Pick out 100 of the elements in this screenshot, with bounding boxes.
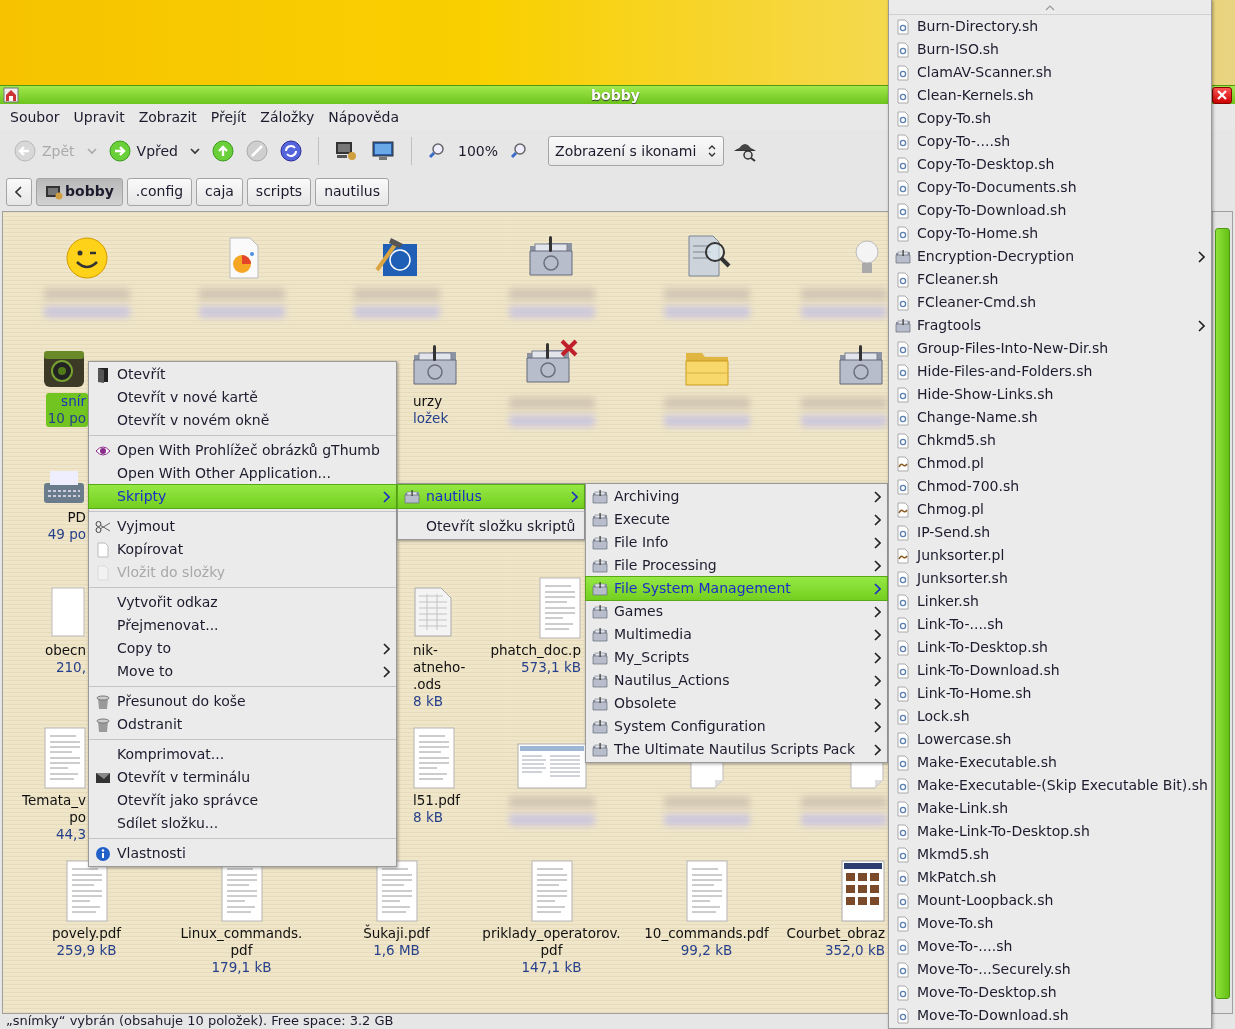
screenshot-icon[interactable] (515, 742, 588, 790)
menu-item[interactable]: Change-Name.sh (889, 406, 1211, 429)
menu-item[interactable]: Přejmenovat... (89, 614, 396, 637)
menu-item[interactable]: Make-Link.sh (889, 797, 1211, 820)
menu-item[interactable]: Move-To-Desktop.sh (889, 981, 1211, 1004)
menu-item[interactable]: File Processing (586, 554, 887, 577)
menu-item[interactable]: Chmod-700.sh (889, 475, 1211, 498)
menu-item[interactable]: Chmod.pl (889, 452, 1211, 475)
menu-item[interactable]: Přejít (203, 106, 254, 128)
menu-item[interactable]: Burn-Directory.sh (889, 15, 1211, 38)
menu-item[interactable]: File System Management (586, 577, 887, 600)
file-label[interactable]: obecn 210, (42, 642, 88, 676)
menu-item[interactable]: Link-To-Download.sh (889, 659, 1211, 682)
file-label[interactable]: 10_commands.pdf 99,2 kB (642, 925, 771, 959)
menu-item[interactable]: Mkmd5.sh (889, 843, 1211, 866)
file-label[interactable]: phatch_doc.p 573,1 kB (488, 642, 583, 676)
menu-item[interactable]: Multimedia (586, 623, 887, 646)
menu-item[interactable]: Nápověda (321, 106, 407, 128)
menu-item[interactable]: Zobrazit (131, 106, 204, 128)
menu-item[interactable]: Copy-To-Desktop.sh (889, 153, 1211, 176)
menu-item[interactable]: Záložky (253, 106, 322, 128)
menu-item[interactable]: My_Scripts (586, 646, 887, 669)
file-label[interactable]: Temata_v po 44,3 (20, 792, 88, 843)
menu-item[interactable]: Sdílet složku... (89, 812, 396, 835)
close-button[interactable] (1212, 86, 1232, 104)
file-label[interactable]: Linux_commands. pdf 179,1 kB (178, 925, 305, 976)
menu-item[interactable]: Fragtools (889, 314, 1211, 337)
scroll-up-icon[interactable] (1045, 4, 1055, 11)
file-label[interactable]: snír 10 po (45, 393, 88, 427)
menu-item[interactable]: Lock.sh (889, 705, 1211, 728)
file-label[interactable]: priklady_operatorov. pdf 147,1 kB (480, 925, 623, 976)
menu-item[interactable]: Link-To-Desktop.sh (889, 636, 1211, 659)
menu-item[interactable]: Copy-To.sh (889, 107, 1211, 130)
menu-item[interactable]: Move-To.sh (889, 912, 1211, 935)
menu-item[interactable]: Soubor (3, 106, 67, 128)
menu-item[interactable]: Vlastnosti (89, 842, 396, 865)
menu-item[interactable]: Copy-To-Documents.sh (889, 176, 1211, 199)
path-button[interactable]: bobby (36, 177, 123, 206)
menu-item[interactable]: MkPatch.sh (889, 866, 1211, 889)
menu-item[interactable]: Mount-Loopback.sh (889, 889, 1211, 912)
menu-item[interactable]: The Ultimate Nautilus Scripts Pack (586, 738, 887, 761)
scrollbar[interactable] (1212, 212, 1232, 1013)
path-button[interactable]: caja (196, 177, 243, 206)
path-button[interactable]: .config (126, 177, 193, 206)
file-label[interactable]: PD 49 po (45, 509, 88, 543)
menu-item[interactable]: Execute (586, 508, 887, 531)
menu-item[interactable]: Make-Executable-(Skip Executable Bit).sh (889, 774, 1211, 797)
file-label[interactable]: l51.pdf 8 kB (411, 792, 463, 826)
menu-item[interactable]: Make-Executable.sh (889, 751, 1211, 774)
menu-item[interactable]: Link-To-....sh (889, 613, 1211, 636)
file-label[interactable]: Courbet_obraz 352,0 kB (784, 925, 887, 959)
menu-item[interactable]: Move-To-...Securely.sh (889, 958, 1211, 981)
menu-item[interactable]: Hide-Files-and-Folders.sh (889, 360, 1211, 383)
menu-item[interactable]: Copy to (89, 637, 396, 660)
menu-item[interactable]: Přesunout do koše (89, 690, 396, 713)
menu-item[interactable]: File Info (586, 531, 887, 554)
menu-item[interactable]: Otevřít v novém okně (89, 409, 396, 432)
menu-item[interactable]: Otevřít v nové kartě (89, 386, 396, 409)
path-button[interactable]: nautilus (315, 177, 389, 206)
menu-item[interactable]: Move to (89, 660, 396, 683)
menu-item[interactable]: Vytvořit odkaz (89, 591, 396, 614)
menu-item[interactable]: Vyjmout (89, 515, 396, 538)
home-icon[interactable] (3, 87, 19, 103)
menu-item[interactable]: Clean-Kernels.sh (889, 84, 1211, 107)
menu-item[interactable]: Chkmd5.sh (889, 429, 1211, 452)
menu-item[interactable]: Copy-To-Download.sh (889, 199, 1211, 222)
view-select[interactable]: Zobrazení s ikonami (548, 136, 725, 166)
menu-item[interactable]: Group-Files-Into-New-Dir.sh (889, 337, 1211, 360)
menu-item[interactable]: Skripty (89, 485, 396, 508)
menu-item[interactable]: Linker.sh (889, 590, 1211, 613)
menu-item[interactable]: Hide-Show-Links.sh (889, 383, 1211, 406)
menu-item[interactable]: Junksorter.sh (889, 567, 1211, 590)
file-label[interactable]: urzy ložek (411, 393, 451, 427)
scroll-left-button[interactable] (6, 177, 32, 206)
menu-item[interactable]: Link-To-Home.sh (889, 682, 1211, 705)
menu-item[interactable]: System Configuration (586, 715, 887, 738)
menu-item[interactable]: Move-To-....sh (889, 935, 1211, 958)
menu-item[interactable]: Open With Other Application... (89, 462, 396, 485)
menu-item[interactable]: nautilus (398, 485, 584, 508)
menu-item[interactable]: Chmog.pl (889, 498, 1211, 521)
menu-item[interactable]: Junksorter.pl (889, 544, 1211, 567)
menu-item[interactable]: Otevřít v terminálu (89, 766, 396, 789)
menu-item[interactable]: Games (586, 600, 887, 623)
file-label[interactable]: nik- atneho- .ods 8 kB (411, 642, 468, 710)
menu-item[interactable]: Otevřít (89, 363, 396, 386)
menu-item[interactable]: Copy-To-....sh (889, 130, 1211, 153)
menu-item[interactable]: Burn-ISO.sh (889, 38, 1211, 61)
menu-item[interactable]: Nautilus_Actions (586, 669, 887, 692)
file-label[interactable]: Šukaji.pdf 1,6 MB (361, 925, 432, 959)
menu-item[interactable]: Open With Prohlížeč obrázků gThumb (89, 439, 396, 462)
menu-item[interactable]: Make-Link-To-Desktop.sh (889, 820, 1211, 843)
menu-item[interactable]: Komprimovat... (89, 743, 396, 766)
menu-item[interactable]: Otevřít jako správce (89, 789, 396, 812)
file-label[interactable]: povely.pdf 259,9 kB (49, 925, 124, 959)
menu-item[interactable]: Archiving (586, 485, 887, 508)
menu-item[interactable]: Encryption-Decryption (889, 245, 1211, 268)
menu-item[interactable]: FCleaner-Cmd.sh (889, 291, 1211, 314)
menu-item[interactable]: Odstranit (89, 713, 396, 736)
menu-item[interactable]: Otevřít složku skriptů (398, 515, 584, 538)
menu-item[interactable]: Copy-To-Home.sh (889, 222, 1211, 245)
